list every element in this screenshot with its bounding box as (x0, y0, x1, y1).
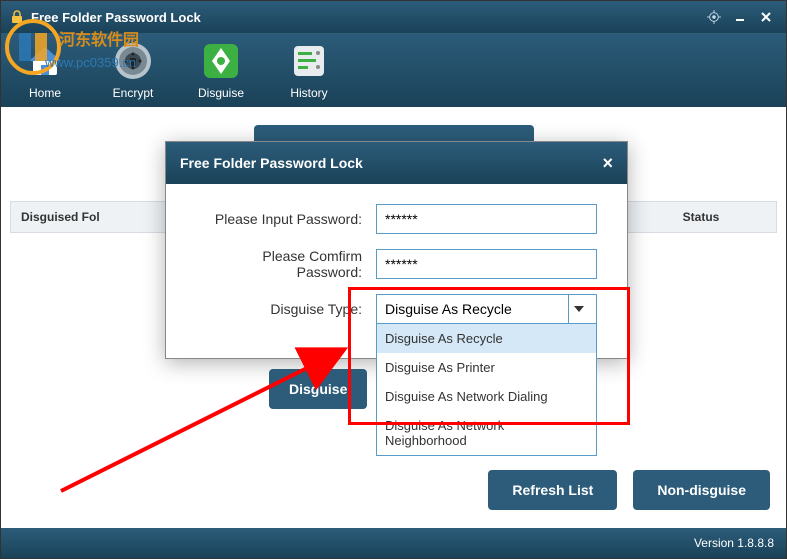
dropdown-option[interactable]: Disguise As Network Neighborhood (377, 411, 596, 455)
dialog-body: Please Input Password: Please Comfirm Pa… (166, 184, 627, 358)
dropdown-option[interactable]: Disguise As Recycle (377, 324, 596, 353)
dialog-title-text: Free Folder Password Lock (180, 155, 363, 171)
tab-home[interactable]: Home (21, 40, 69, 100)
main-toolbar: Home Encrypt Disguise History (1, 33, 786, 107)
password-dialog: Free Folder Password Lock × Please Input… (165, 141, 628, 359)
dialog-titlebar: Free Folder Password Lock × (166, 142, 627, 184)
disguise-icon (197, 40, 245, 82)
tab-encrypt[interactable]: Encrypt (109, 40, 157, 100)
close-icon[interactable] (754, 7, 778, 27)
lock-icon (9, 9, 25, 25)
col-status: Status (626, 202, 776, 232)
tab-history-label: History (290, 86, 327, 100)
type-label: Disguise Type: (196, 301, 376, 317)
minimize-icon[interactable] (728, 7, 752, 27)
history-icon (285, 40, 333, 82)
statusbar: Version 1.8.8.8 (1, 528, 786, 558)
tab-disguise[interactable]: Disguise (197, 40, 245, 100)
password-input[interactable] (376, 204, 597, 234)
dropdown-option[interactable]: Disguise As Network Dialing (377, 382, 596, 411)
footer-buttons: Refresh List Non-disguise (488, 470, 770, 510)
disguise-button[interactable]: Disguise (269, 369, 367, 409)
tab-disguise-label: Disguise (198, 86, 244, 100)
chevron-down-icon (568, 295, 588, 323)
confirm-label: Please Comfirm Password: (196, 248, 376, 280)
confirm-input[interactable] (376, 249, 597, 279)
encrypt-icon (109, 40, 157, 82)
settings-icon[interactable] (702, 7, 726, 27)
refresh-button[interactable]: Refresh List (488, 470, 617, 510)
dropdown-option[interactable]: Disguise As Printer (377, 353, 596, 382)
password-label: Please Input Password: (196, 211, 376, 227)
dialog-close-icon[interactable]: × (602, 153, 613, 174)
version-label: Version 1.8.8.8 (694, 536, 774, 550)
col-folder: Disguised Fol (11, 202, 161, 232)
non-disguise-button[interactable]: Non-disguise (633, 470, 770, 510)
titlebar: Free Folder Password Lock (1, 1, 786, 33)
tab-encrypt-label: Encrypt (113, 86, 154, 100)
home-icon (21, 40, 69, 82)
tab-home-label: Home (29, 86, 61, 100)
tab-history[interactable]: History (285, 40, 333, 100)
combo-selected: Disguise As Recycle (385, 301, 512, 317)
disguise-type-dropdown: Disguise As Recycle Disguise As Printer … (376, 324, 597, 456)
disguise-type-combo[interactable]: Disguise As Recycle (376, 294, 597, 324)
app-title: Free Folder Password Lock (31, 10, 700, 25)
